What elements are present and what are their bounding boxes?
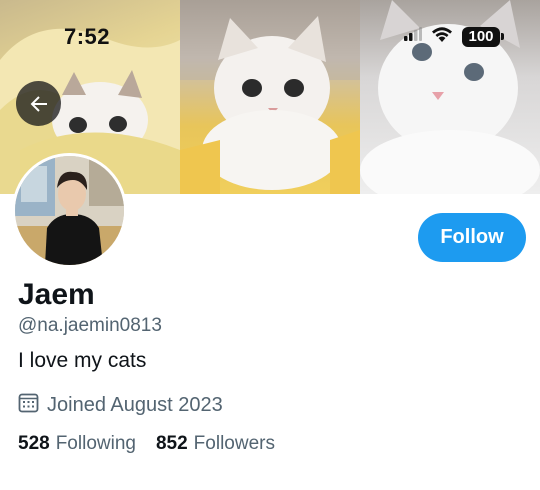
following-link[interactable]: 528 Following xyxy=(18,433,136,455)
profile-stats: 528 Following 852 Followers xyxy=(18,433,275,455)
cat-photo-2 xyxy=(180,0,360,194)
status-bar-time: 7:52 xyxy=(64,24,111,49)
back-button[interactable] xyxy=(16,81,61,126)
following-count: 528 xyxy=(18,433,50,454)
followers-link[interactable]: 852 Followers xyxy=(156,433,275,455)
battery-icon: 100 xyxy=(462,26,504,47)
cellular-signal-icon xyxy=(404,27,422,46)
profile-handle: @na.jaemin0813 xyxy=(18,315,162,336)
avatar-photo xyxy=(15,156,124,265)
following-label: Following xyxy=(55,433,136,454)
arrow-left-icon xyxy=(30,95,47,112)
followers-label: Followers xyxy=(193,433,275,454)
wifi-icon xyxy=(430,25,454,48)
joined-date-row: Joined August 2023 xyxy=(18,392,223,418)
joined-date: Joined August 2023 xyxy=(47,393,223,416)
profile-bio: I love my cats xyxy=(18,349,147,372)
avatar[interactable] xyxy=(12,153,127,268)
followers-count: 852 xyxy=(155,433,188,454)
status-bar-icons: 100 xyxy=(404,25,504,48)
battery-level: 100 xyxy=(462,26,500,47)
calendar-icon xyxy=(18,392,39,418)
battery-cap xyxy=(501,33,504,40)
follow-button[interactable]: Follow xyxy=(418,213,526,262)
profile-display-name: Jaem xyxy=(18,278,95,311)
